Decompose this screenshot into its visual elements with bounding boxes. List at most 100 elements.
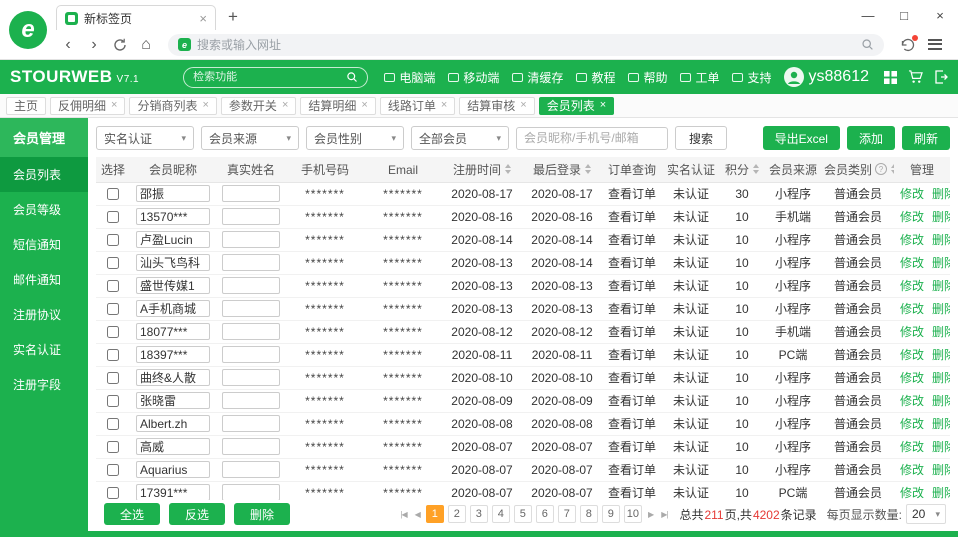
header-menu-item[interactable]: 移动端 xyxy=(448,69,499,86)
page-tab[interactable]: 参数开关 × xyxy=(221,97,296,115)
history-icon[interactable] xyxy=(894,33,920,57)
next-page-icon[interactable]: ▶ xyxy=(646,510,655,519)
nickname-input[interactable] xyxy=(136,461,210,478)
page-button[interactable]: 9 xyxy=(602,505,620,523)
address-input[interactable] xyxy=(197,38,855,52)
sort-icon[interactable] xyxy=(891,164,894,174)
tab-close-icon[interactable]: × xyxy=(111,100,117,111)
delete-link[interactable]: 删除 xyxy=(932,371,950,385)
sort-icon[interactable] xyxy=(585,164,591,174)
sidebar-item[interactable]: 注册协议 xyxy=(0,297,88,332)
realname-input[interactable] xyxy=(222,438,280,455)
edit-link[interactable]: 修改 xyxy=(900,256,924,270)
row-checkbox[interactable] xyxy=(107,441,119,453)
sidebar-item[interactable]: 邮件通知 xyxy=(0,262,88,297)
refresh-icon[interactable] xyxy=(108,33,132,57)
realname-input[interactable] xyxy=(222,392,280,409)
view-orders-link[interactable]: 查看订单 xyxy=(608,371,656,385)
page-button[interactable]: 1 xyxy=(426,505,444,523)
search-icon[interactable] xyxy=(346,71,358,83)
edit-link[interactable]: 修改 xyxy=(900,187,924,201)
view-orders-link[interactable]: 查看订单 xyxy=(608,210,656,224)
logout-icon[interactable] xyxy=(934,70,948,84)
first-page-icon[interactable]: |◀ xyxy=(398,510,408,519)
page-button[interactable]: 5 xyxy=(514,505,532,523)
user-menu[interactable]: ys88612 xyxy=(784,67,870,87)
edit-link[interactable]: 修改 xyxy=(900,486,924,500)
view-orders-link[interactable]: 查看订单 xyxy=(608,256,656,270)
sort-icon[interactable] xyxy=(505,164,511,174)
delete-link[interactable]: 删除 xyxy=(932,302,950,316)
row-checkbox[interactable] xyxy=(107,188,119,200)
home-icon[interactable]: ⌂ xyxy=(134,33,158,57)
realname-input[interactable] xyxy=(222,300,280,317)
realname-input[interactable] xyxy=(222,231,280,248)
realname-input[interactable] xyxy=(222,461,280,478)
nickname-input[interactable] xyxy=(136,369,210,386)
delete-link[interactable]: 删除 xyxy=(932,187,950,201)
delete-link[interactable]: 删除 xyxy=(932,440,950,454)
sidebar-item[interactable]: 短信通知 xyxy=(0,227,88,262)
last-page-icon[interactable]: ▶| xyxy=(659,510,669,519)
realname-input[interactable] xyxy=(222,254,280,271)
header-menu-item[interactable]: 电脑端 xyxy=(384,69,435,86)
invert-selection-button[interactable]: 反选 xyxy=(169,503,225,525)
new-tab-button[interactable]: + xyxy=(228,7,238,27)
view-orders-link[interactable]: 查看订单 xyxy=(608,325,656,339)
row-checkbox[interactable] xyxy=(107,303,119,315)
row-checkbox[interactable] xyxy=(107,326,119,338)
edit-link[interactable]: 修改 xyxy=(900,302,924,316)
nickname-input[interactable] xyxy=(136,438,210,455)
page-button[interactable]: 8 xyxy=(580,505,598,523)
page-button[interactable]: 2 xyxy=(448,505,466,523)
view-orders-link[interactable]: 查看订单 xyxy=(608,187,656,201)
row-checkbox[interactable] xyxy=(107,464,119,476)
realname-input[interactable] xyxy=(222,484,280,500)
tab-close-icon[interactable]: × xyxy=(520,100,526,111)
page-button[interactable]: 3 xyxy=(470,505,488,523)
row-checkbox[interactable] xyxy=(107,372,119,384)
header-menu-item[interactable]: 教程 xyxy=(576,69,615,86)
delete-link[interactable]: 删除 xyxy=(932,417,950,431)
maximize-button[interactable]: □ xyxy=(886,0,922,30)
delete-link[interactable]: 删除 xyxy=(932,325,950,339)
tab-close-icon[interactable]: × xyxy=(361,100,367,111)
page-button[interactable]: 4 xyxy=(492,505,510,523)
view-orders-link[interactable]: 查看订单 xyxy=(608,463,656,477)
page-tab[interactable]: 反佣明细 × xyxy=(50,97,125,115)
feature-search-input[interactable] xyxy=(193,71,340,83)
view-orders-link[interactable]: 查看订单 xyxy=(608,486,656,500)
page-size-select[interactable]: 20 ▾ xyxy=(906,504,946,524)
realname-input[interactable] xyxy=(222,369,280,386)
select-all-button[interactable]: 全选 xyxy=(104,503,160,525)
bulk-delete-button[interactable]: 删除 xyxy=(234,503,290,525)
apps-grid-icon[interactable] xyxy=(884,71,897,84)
refresh-button[interactable]: 刷新 xyxy=(902,126,950,150)
edit-link[interactable]: 修改 xyxy=(900,348,924,362)
delete-link[interactable]: 删除 xyxy=(932,394,950,408)
tab-close-icon[interactable]: × xyxy=(282,100,288,111)
row-checkbox[interactable] xyxy=(107,395,119,407)
help-icon[interactable]: ? xyxy=(875,163,887,175)
edit-link[interactable]: 修改 xyxy=(900,325,924,339)
row-checkbox[interactable] xyxy=(107,211,119,223)
browser-tab[interactable]: 新标签页 × xyxy=(56,5,216,30)
filter-select[interactable]: 全部会员 ▾ xyxy=(411,126,509,150)
realname-input[interactable] xyxy=(222,277,280,294)
page-button[interactable]: 10 xyxy=(624,505,642,523)
minimize-button[interactable]: — xyxy=(850,0,886,30)
edit-link[interactable]: 修改 xyxy=(900,210,924,224)
delete-link[interactable]: 删除 xyxy=(932,463,950,477)
keyword-input[interactable] xyxy=(516,127,668,150)
edit-link[interactable]: 修改 xyxy=(900,371,924,385)
page-tab[interactable]: 会员列表 × xyxy=(539,97,614,115)
delete-link[interactable]: 删除 xyxy=(932,256,950,270)
header-menu-item[interactable]: 清缓存 xyxy=(512,69,563,86)
edit-link[interactable]: 修改 xyxy=(900,279,924,293)
export-excel-button[interactable]: 导出Excel xyxy=(763,126,840,150)
page-tab[interactable]: 主页 xyxy=(6,97,46,115)
cart-icon[interactable] xyxy=(908,70,923,84)
header-menu-item[interactable]: 工单 xyxy=(680,69,719,86)
filter-select[interactable]: 实名认证 ▾ xyxy=(96,126,194,150)
row-checkbox[interactable] xyxy=(107,349,119,361)
